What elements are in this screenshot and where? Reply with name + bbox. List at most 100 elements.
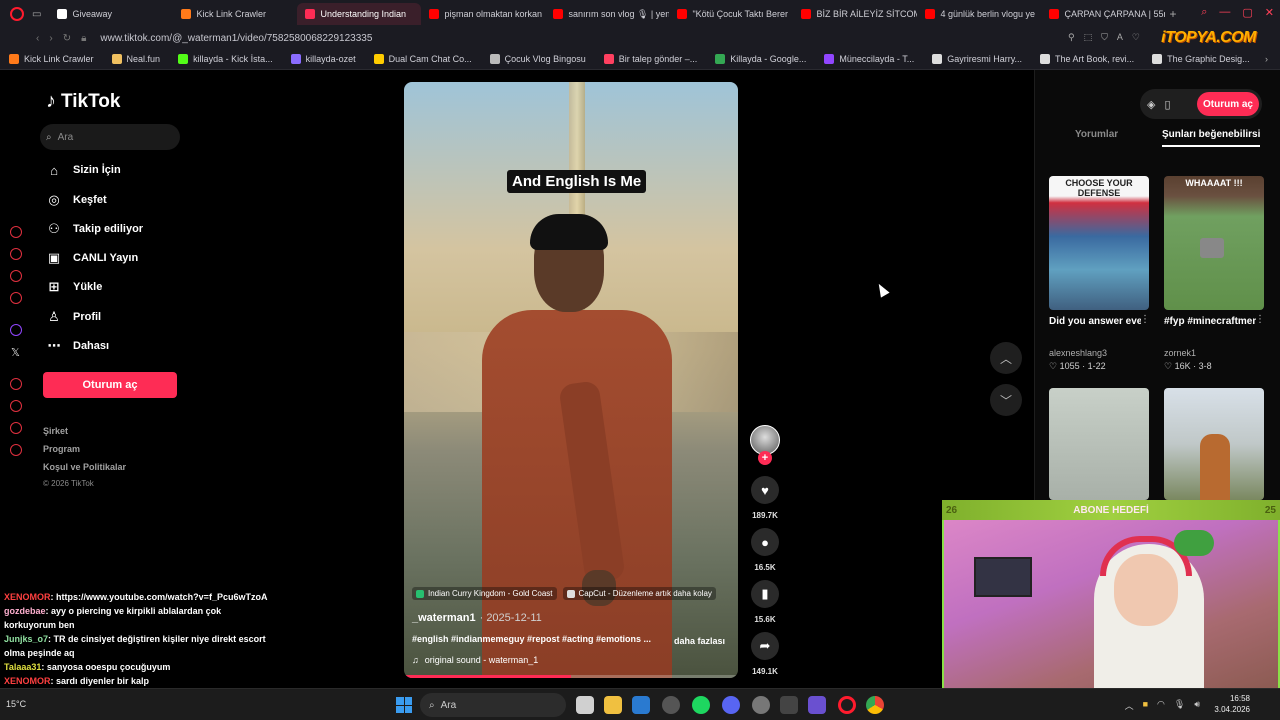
obs-icon[interactable] [662, 696, 680, 714]
bookmark-item[interactable]: Gayriresmi Harry... [923, 53, 1031, 64]
folder-tray-icon[interactable]: ■ [1143, 699, 1148, 712]
footer-company[interactable]: Şirket [43, 426, 68, 436]
sidebar-item[interactable]: ⚇ Takip ediliyor [46, 221, 143, 237]
suggested-video-thumb[interactable] [1049, 388, 1149, 500]
sidebar-item[interactable]: ◎ Keşfet [46, 192, 106, 208]
taskbar-search[interactable]: ⌕ Ara [420, 693, 566, 717]
footer-program[interactable]: Program [43, 444, 80, 454]
bookmark-item[interactable]: Kick Link Crawler [0, 53, 103, 64]
sidebar-item[interactable]: ♙ Profil [46, 309, 101, 325]
options-icon[interactable]: ⋮ [1255, 314, 1265, 325]
file-explorer-icon[interactable] [604, 696, 622, 714]
spotify-icon[interactable] [692, 696, 710, 714]
panel-login-button[interactable]: Oturum aç [1196, 92, 1259, 116]
discord-icon[interactable] [722, 696, 740, 714]
back-button[interactable]: ‹ [36, 33, 39, 44]
explore-icon[interactable]: ◈ [1147, 98, 1155, 111]
video-progress-bar[interactable] [404, 675, 738, 678]
maximize-button[interactable]: ▢ [1242, 6, 1252, 19]
options-icon[interactable]: ⋮ [1140, 314, 1150, 325]
browser-tab[interactable]: pişman olmaktan korkan [421, 3, 545, 25]
bookmarks-overflow-icon[interactable]: › [1265, 54, 1268, 64]
see-more-link[interactable]: daha fazlası [674, 636, 725, 646]
sound-link[interactable]: ♫ original sound - waterman_1 [412, 655, 538, 665]
location-chip[interactable]: Indian Curry Kingdom - Gold Coast [412, 587, 557, 600]
workspace-icon[interactable] [10, 378, 22, 390]
browser-tab[interactable]: Kick Link Crawler [173, 3, 297, 25]
previous-video-button[interactable]: ︿ [990, 342, 1022, 374]
bookmark-item[interactable]: Bir talep gönder –... [595, 53, 707, 64]
browser-tab[interactable]: Giveaway [49, 3, 173, 25]
chevron-up-icon[interactable]: ︿ [1125, 699, 1134, 712]
footer-terms[interactable]: Koşul ve Politikalar [43, 462, 126, 472]
tab-you-may-like[interactable]: Şunları beğenebilirsin [1162, 129, 1260, 147]
bookmark-item[interactable]: Killayda - Google... [706, 53, 815, 64]
tab-comments[interactable]: Yorumlar [1075, 129, 1118, 140]
video-author[interactable]: _waterman1 · 2025-12-11 [412, 612, 542, 624]
mail-icon[interactable] [10, 292, 22, 304]
extensions-icon[interactable] [10, 422, 22, 434]
reload-button[interactable]: ↻ [63, 33, 71, 44]
bookmark-item[interactable]: The Graphic Desig... [1143, 53, 1259, 64]
chrome-icon[interactable] [866, 696, 884, 714]
like-button[interactable]: ♥ [751, 476, 779, 504]
settings-icon[interactable] [10, 444, 22, 456]
task-view-icon[interactable] [576, 696, 594, 714]
x-icon[interactable]: 𝕏 [11, 346, 20, 359]
pin-icon[interactable]: ⚲ [1068, 32, 1075, 43]
browser-tab[interactable]: ÇARPAN ÇARPANA | 55n [1041, 3, 1165, 25]
capcut-chip[interactable]: CapCut - Düzenleme artık daha kolay [562, 587, 716, 600]
new-tab-button[interactable]: + [1169, 7, 1176, 21]
suggested-video-user[interactable]: alexneshlang3 [1049, 348, 1107, 358]
suggested-video-thumb[interactable] [1164, 388, 1264, 500]
bookmark-item[interactable]: Müneccilayda - T... [815, 53, 923, 64]
close-window-button[interactable]: ✕ [1265, 6, 1274, 19]
minimize-button[interactable]: — [1219, 6, 1230, 19]
video-hashtags[interactable]: #english #indianmemeguy #repost #acting … [412, 634, 651, 644]
shield-icon[interactable]: ⛉ [1101, 32, 1108, 43]
comment-button[interactable]: ● [751, 528, 779, 556]
bookmark-icon[interactable]: ♡ [1132, 32, 1140, 43]
suggested-video-thumb[interactable]: WHAAAAT !!! [1164, 176, 1264, 310]
sidebar-item[interactable]: ⋯ Dahası [46, 338, 110, 354]
suggested-video-thumb[interactable]: CHOOSE YOUR DEFENSE [1049, 176, 1149, 310]
player-icon[interactable] [10, 248, 22, 260]
search-input[interactable]: ⌕ Ara [40, 124, 180, 150]
outlook-icon[interactable] [632, 696, 650, 714]
opera-taskbar-icon[interactable] [838, 696, 856, 714]
sidebar-item[interactable]: ⌂ Sizin İçin [46, 162, 121, 178]
browser-tab[interactable]: BİZ BİR AİLEYİZ SİTCOM [793, 3, 917, 25]
clock[interactable]: 16:58 3.04.2026 [1214, 693, 1250, 715]
snapshot-icon[interactable]: ⬚ [1084, 32, 1093, 43]
video-player[interactable]: And English Is Me Indian Curry Kingdom -… [404, 82, 738, 678]
device-icon[interactable]: ▯ [1164, 98, 1170, 111]
steam-icon[interactable] [752, 696, 770, 714]
suggested-video-user[interactable]: zornek1 [1164, 348, 1196, 358]
bookmark-item[interactable]: Dual Cam Chat Co... [365, 53, 481, 64]
app-icon[interactable] [780, 696, 798, 714]
search-tabs-icon[interactable]: ⌕ [1201, 6, 1207, 19]
grid-app-icon[interactable] [808, 696, 826, 714]
url-field[interactable]: www.tiktok.com/@_waterman1/video/7582580… [100, 33, 372, 44]
opera-logo-icon[interactable] [10, 7, 24, 21]
tab-menu-icon[interactable]: ▭ [32, 9, 41, 20]
volume-icon[interactable]: 🔊︎ [1194, 699, 1200, 712]
sidebar-item[interactable]: ▣ CANLI Yayın [46, 250, 138, 266]
next-video-button[interactable]: ﹀ [990, 384, 1022, 416]
browser-tab[interactable]: sanırım son vlog 🎙 | yen [545, 3, 669, 25]
translate-icon[interactable]: A [1117, 32, 1123, 43]
wifi-icon[interactable]: ◠ [1157, 699, 1165, 712]
save-button[interactable]: ▮ [751, 580, 779, 608]
bookmark-item[interactable]: killayda-ozet [282, 53, 365, 64]
follow-button[interactable]: + [758, 451, 772, 465]
browser-tab[interactable]: 4 günlük berlin vlogu ye [917, 3, 1041, 25]
login-button[interactable]: Oturum aç [43, 372, 177, 398]
history-icon[interactable] [10, 400, 22, 412]
tiktok-logo[interactable]: ♪ TikTok [46, 90, 120, 113]
bookmark-item[interactable]: killayda - Kick İsta... [169, 53, 282, 64]
aria-icon[interactable] [10, 226, 22, 238]
bookmark-item[interactable]: Neal.fun [103, 53, 170, 64]
microphone-icon[interactable]: 🎙︎ [1174, 699, 1185, 712]
suggested-video-title[interactable]: #fyp #minecraftmeme... [1164, 316, 1256, 327]
start-button[interactable] [396, 697, 412, 713]
